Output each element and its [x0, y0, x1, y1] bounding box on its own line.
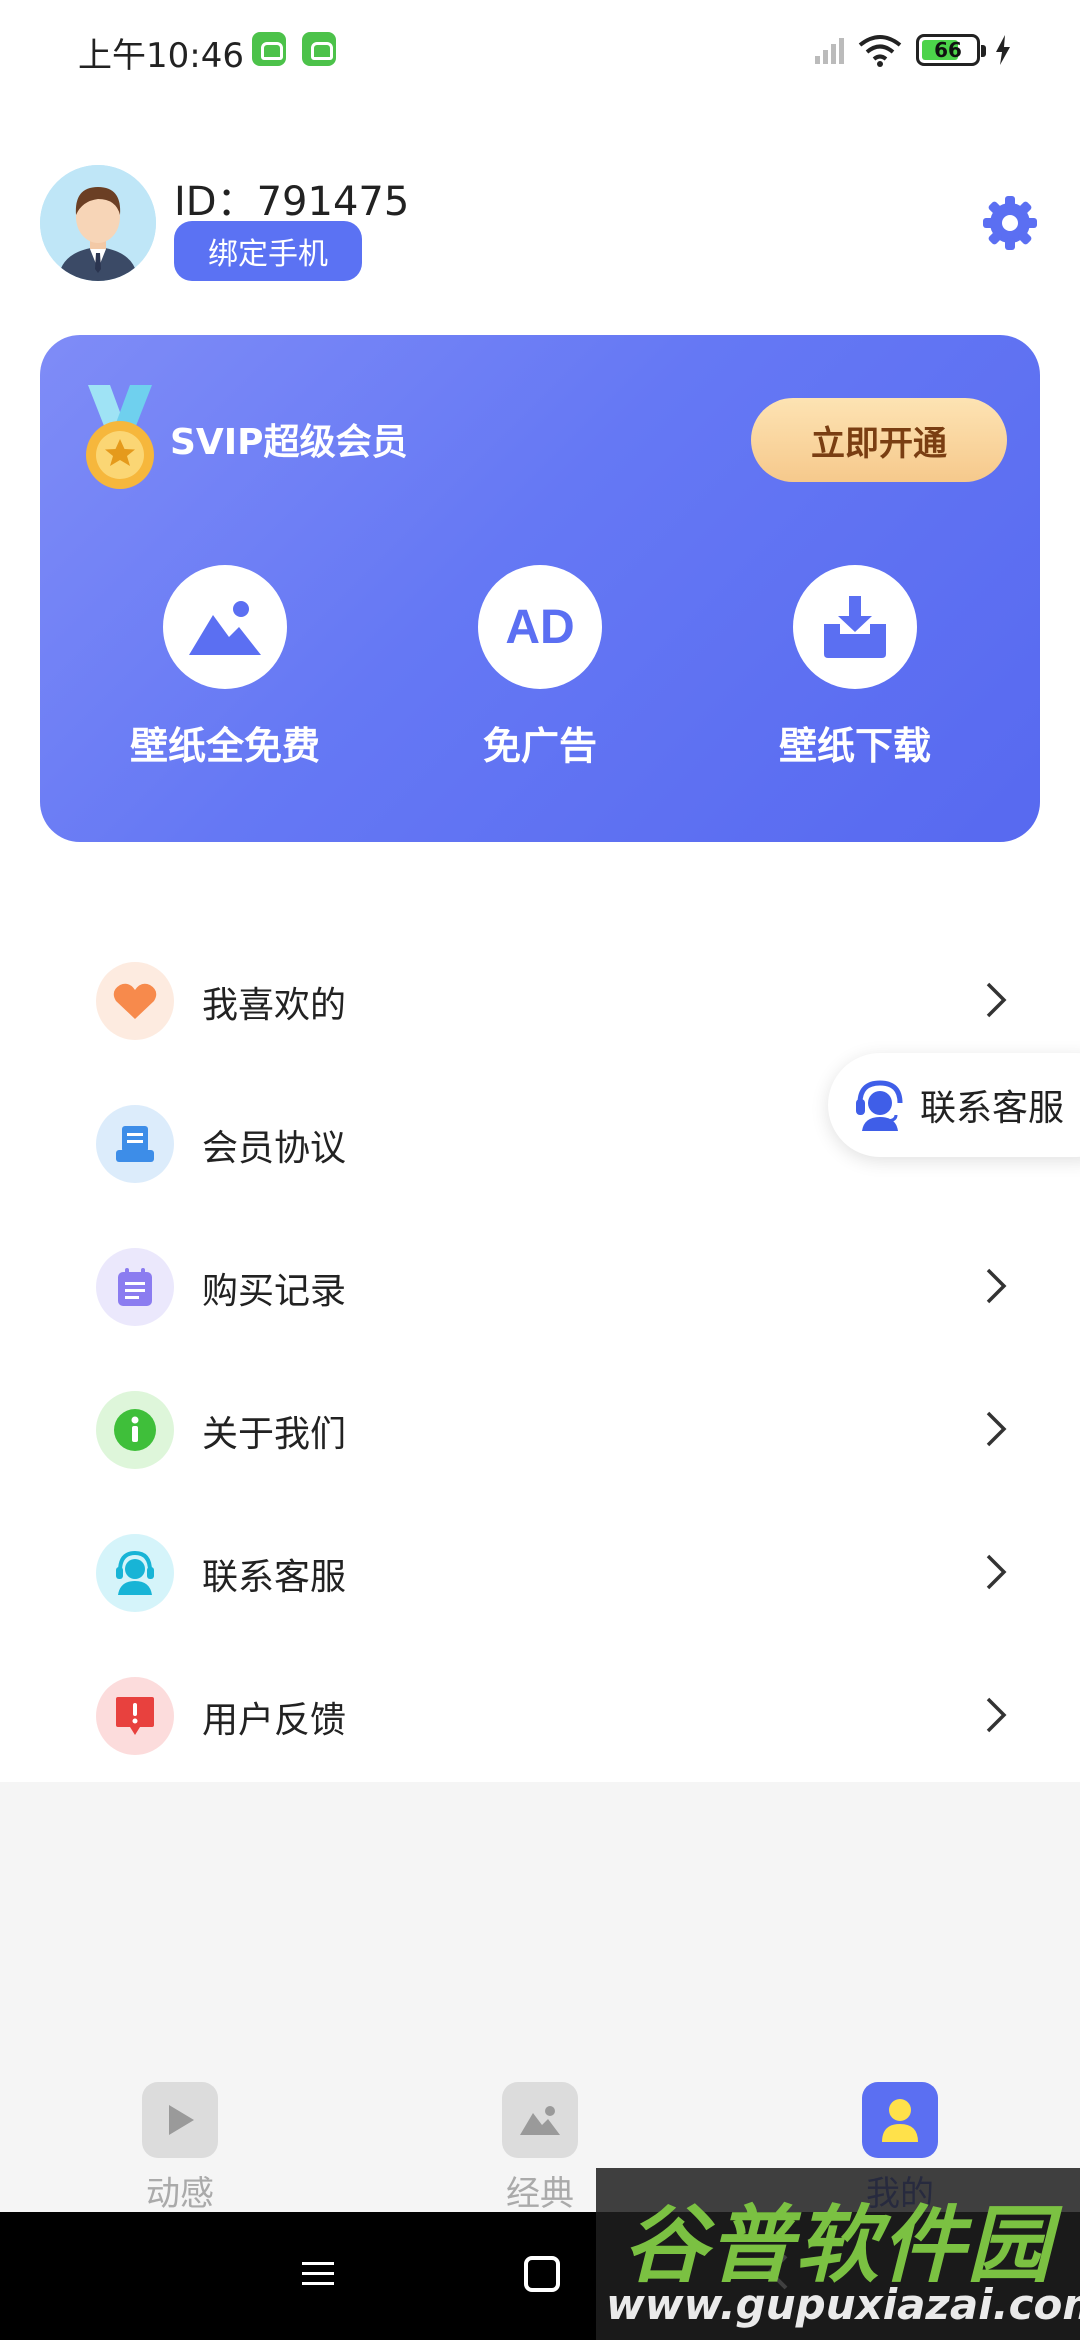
feedback-icon	[96, 1677, 174, 1755]
floating-contact-service-button[interactable]: 联系客服	[828, 1053, 1080, 1157]
benefit-label: 壁纸全免费	[129, 724, 320, 768]
medal-icon	[86, 385, 154, 489]
menu-item-label: 关于我们	[202, 1414, 347, 1455]
benefit-free-wallpapers: 壁纸全免费	[105, 565, 345, 795]
recent-apps-icon[interactable]	[300, 2256, 336, 2292]
user-id: ID：791475	[174, 179, 410, 225]
status-indicators: 66	[815, 30, 1012, 70]
image-icon	[502, 2082, 578, 2158]
heart-icon	[96, 962, 174, 1040]
benefit-wallpaper-download: 壁纸下载	[735, 565, 975, 795]
profile-header: ID：791475 绑定手机	[40, 165, 1040, 285]
menu-item-label: 联系客服	[202, 1557, 347, 1598]
bind-phone-button[interactable]: 绑定手机	[174, 221, 362, 281]
svip-title: SVIP超级会员	[170, 422, 408, 463]
menu-item-label: 购买记录	[202, 1271, 347, 1312]
customer-service-icon	[96, 1534, 174, 1612]
info-icon	[96, 1391, 174, 1469]
benefit-label: 壁纸下载	[778, 724, 931, 768]
floating-contact-label: 联系客服	[920, 1088, 1065, 1129]
menu-item-label: 用户反馈	[202, 1700, 347, 1741]
tab-dynamic[interactable]: 动感	[80, 2082, 280, 2214]
user-icon	[862, 2082, 938, 2158]
menu-item-about-us[interactable]: 关于我们	[0, 1359, 1080, 1502]
svip-card: SVIP超级会员 立即开通 壁纸全免费 AD 免广告 壁纸下载	[40, 335, 1040, 842]
status-bar: 上午10:46 66	[0, 0, 1080, 100]
menu-item-label: 会员协议	[202, 1128, 347, 1169]
settings-button[interactable]	[980, 193, 1040, 253]
battery-icon: 66	[916, 34, 986, 66]
avatar[interactable]	[40, 165, 156, 281]
benefit-no-ads: AD 免广告	[420, 565, 660, 795]
watermark-url: www.gupuxiazai.com	[606, 2280, 1080, 2329]
charging-icon	[996, 35, 1010, 65]
download-icon	[824, 596, 886, 658]
image-icon	[189, 601, 261, 655]
agreement-icon	[96, 1105, 174, 1183]
benefit-label: 免广告	[482, 724, 597, 768]
watermark-logo: 谷普软件园 www.gupuxiazai.com	[596, 2168, 1080, 2340]
menu-item-user-feedback[interactable]: 用户反馈	[0, 1645, 1080, 1788]
chevron-right-icon	[986, 1554, 1007, 1590]
chevron-right-icon	[986, 1411, 1007, 1447]
menu-item-purchase-history[interactable]: 购买记录	[0, 1216, 1080, 1359]
open-vip-button[interactable]: 立即开通	[751, 398, 1007, 482]
user-avatar-icon	[40, 165, 156, 281]
app-notification-icon	[252, 32, 286, 66]
battery-level: 66	[934, 38, 962, 62]
wifi-icon	[858, 35, 902, 67]
tab-label: 动感	[146, 2174, 214, 2214]
app-notification-icon	[302, 32, 336, 66]
menu-item-label: 我喜欢的	[202, 985, 347, 1026]
status-time: 上午10:46	[78, 36, 244, 76]
signal-icon	[815, 36, 844, 64]
notepad-icon	[96, 1248, 174, 1326]
ad-icon: AD	[505, 600, 575, 654]
menu-item-favorites[interactable]: 我喜欢的	[0, 930, 1080, 1073]
headset-icon	[856, 1080, 903, 1131]
home-icon[interactable]	[524, 2256, 560, 2292]
chevron-right-icon	[986, 1697, 1007, 1733]
gear-icon	[983, 196, 1037, 250]
play-icon	[142, 2082, 218, 2158]
menu-item-customer-service[interactable]: 联系客服	[0, 1502, 1080, 1645]
chevron-right-icon	[986, 982, 1007, 1018]
chevron-right-icon	[986, 1268, 1007, 1304]
